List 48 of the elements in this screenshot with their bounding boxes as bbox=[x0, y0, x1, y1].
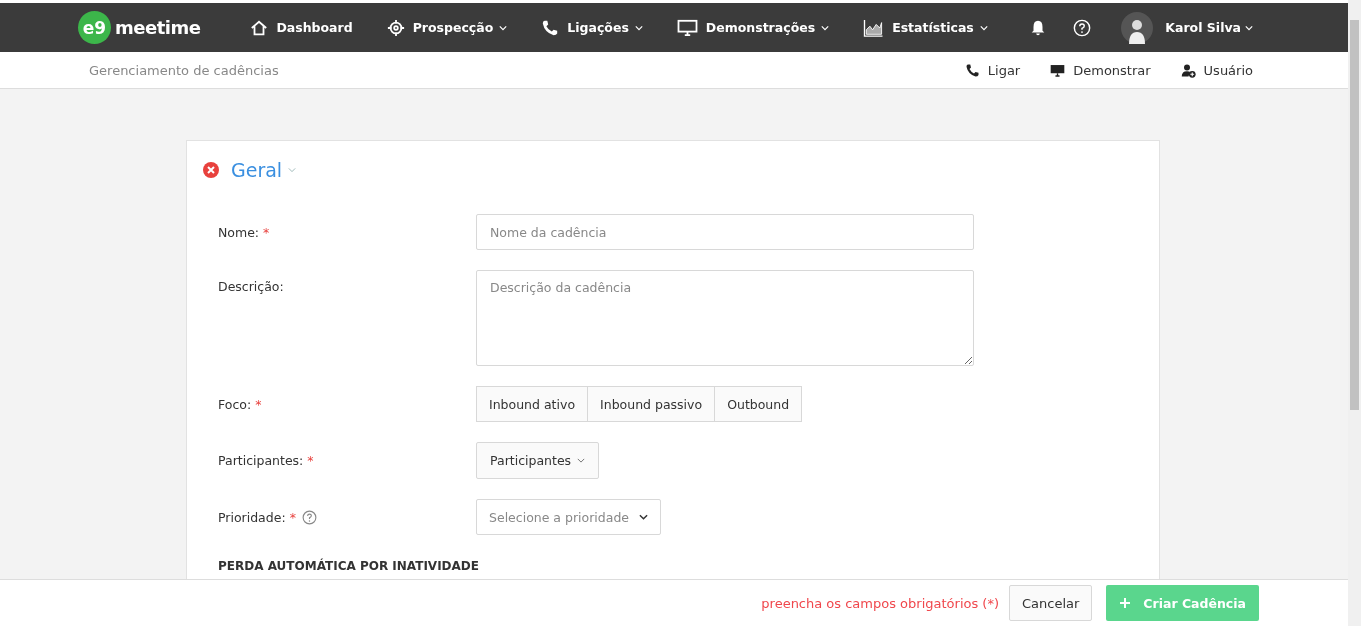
focus-option-button[interactable]: Outbound bbox=[714, 386, 803, 422]
validation-message: preencha os campos obrigatórios (*) bbox=[761, 595, 999, 611]
crosshair-icon bbox=[386, 18, 405, 37]
nav-menu-item[interactable]: Estatísticas bbox=[863, 18, 988, 37]
home-icon bbox=[250, 18, 269, 37]
cancel-button[interactable]: Cancelar bbox=[1009, 585, 1093, 621]
field-label: Nome: bbox=[218, 224, 260, 240]
chevron-down-icon bbox=[1245, 24, 1253, 31]
chevron-down-icon bbox=[639, 514, 649, 520]
area-chart-icon bbox=[863, 18, 885, 37]
monitor-icon bbox=[1050, 62, 1066, 78]
nav-menu-item[interactable]: Prospecção bbox=[386, 18, 508, 37]
avatar-icon[interactable] bbox=[1121, 11, 1154, 44]
required-asterisk: * bbox=[307, 452, 314, 468]
field-label: Participantes: bbox=[218, 452, 304, 468]
participants-dropdown[interactable]: Participantes bbox=[476, 442, 600, 479]
nav-menu-item[interactable]: Dashboard bbox=[250, 18, 353, 37]
plus-icon bbox=[1119, 597, 1132, 609]
action-link[interactable]: Usuário bbox=[1180, 62, 1253, 78]
nav-menu-item[interactable]: Ligações bbox=[541, 18, 643, 37]
required-asterisk: * bbox=[289, 509, 296, 525]
focus-option-button[interactable]: Inbound passivo bbox=[587, 386, 716, 422]
action-link[interactable]: Ligar bbox=[964, 62, 1021, 78]
chevron-down-icon bbox=[979, 24, 988, 31]
required-asterisk: * bbox=[255, 396, 262, 412]
add-user-icon bbox=[1180, 62, 1196, 78]
name-input-field[interactable]: Nome da cadência bbox=[476, 214, 974, 250]
focus-option-button[interactable]: Inbound ativo bbox=[476, 386, 589, 422]
chevron-down-icon bbox=[499, 24, 508, 31]
chevron-down-icon bbox=[288, 167, 297, 173]
required-asterisk: * bbox=[263, 224, 270, 240]
chevron-down-icon bbox=[634, 24, 643, 31]
field-label: Foco: bbox=[218, 396, 252, 412]
user-menu[interactable]: Karol Silva bbox=[1165, 20, 1241, 35]
page-title: Gerenciamento de cadências bbox=[89, 62, 279, 78]
phone-icon bbox=[964, 62, 980, 78]
chevron-down-icon bbox=[577, 458, 586, 463]
description-text-area[interactable]: Descrição da cadência bbox=[476, 270, 974, 366]
chevron-down-icon bbox=[821, 24, 830, 31]
field-label: Descrição: bbox=[218, 279, 284, 294]
field-label: Prioridade: bbox=[218, 509, 286, 525]
action-link[interactable]: Demonstrar bbox=[1050, 62, 1151, 78]
priority-select[interactable]: Selecione a prioridade bbox=[476, 499, 662, 535]
phone-icon bbox=[541, 18, 560, 37]
nav-menu-item[interactable]: Demonstrações bbox=[676, 18, 830, 37]
section-subheading: PERDA AUTOMÁTICA POR INATIVIDADE bbox=[218, 559, 480, 573]
monitor-icon bbox=[676, 18, 698, 37]
logo-text[interactable]: meetime bbox=[115, 17, 201, 38]
